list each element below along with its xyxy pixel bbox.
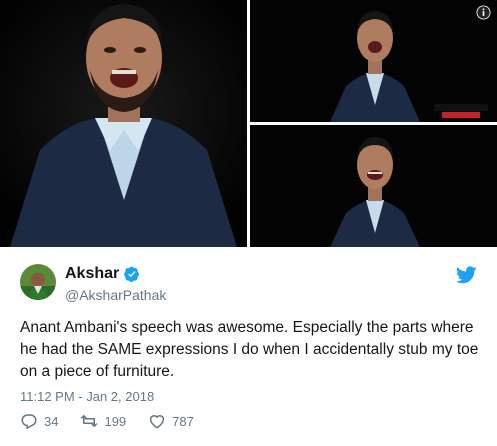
author-name-row[interactable]: Akshar [65, 265, 140, 283]
media-image-2[interactable] [250, 0, 497, 122]
reply-icon [21, 414, 37, 430]
like-button[interactable]: 787 [148, 412, 194, 430]
like-count: 787 [172, 413, 194, 429]
tweet-media[interactable] [0, 0, 497, 247]
tweet-actions: 34 199 787 [20, 412, 216, 430]
retweet-count: 199 [104, 413, 127, 429]
tweet-text: Anant Ambani's speech was awesome. Espec… [20, 319, 479, 380]
avatar[interactable] [20, 264, 56, 300]
media-image-3[interactable] [250, 125, 497, 247]
retweet-button[interactable]: 199 [80, 412, 126, 430]
display-name[interactable]: Akshar [65, 265, 119, 283]
info-icon[interactable] [476, 5, 491, 20]
tweet-timestamp[interactable]: 11:12 PM - Jan 2, 2018 [20, 389, 154, 404]
media-image-1[interactable] [0, 0, 247, 247]
verified-badge-icon [124, 266, 140, 282]
reply-count: 34 [44, 413, 59, 429]
heart-icon [150, 415, 165, 429]
reply-button[interactable]: 34 [20, 412, 58, 430]
user-handle[interactable]: @AksharPathak [65, 287, 166, 303]
retweet-icon [81, 415, 98, 427]
twitter-bird-icon[interactable] [456, 266, 477, 284]
tweet-card: Akshar @AksharPathak Anant Ambani's spee… [0, 247, 497, 446]
